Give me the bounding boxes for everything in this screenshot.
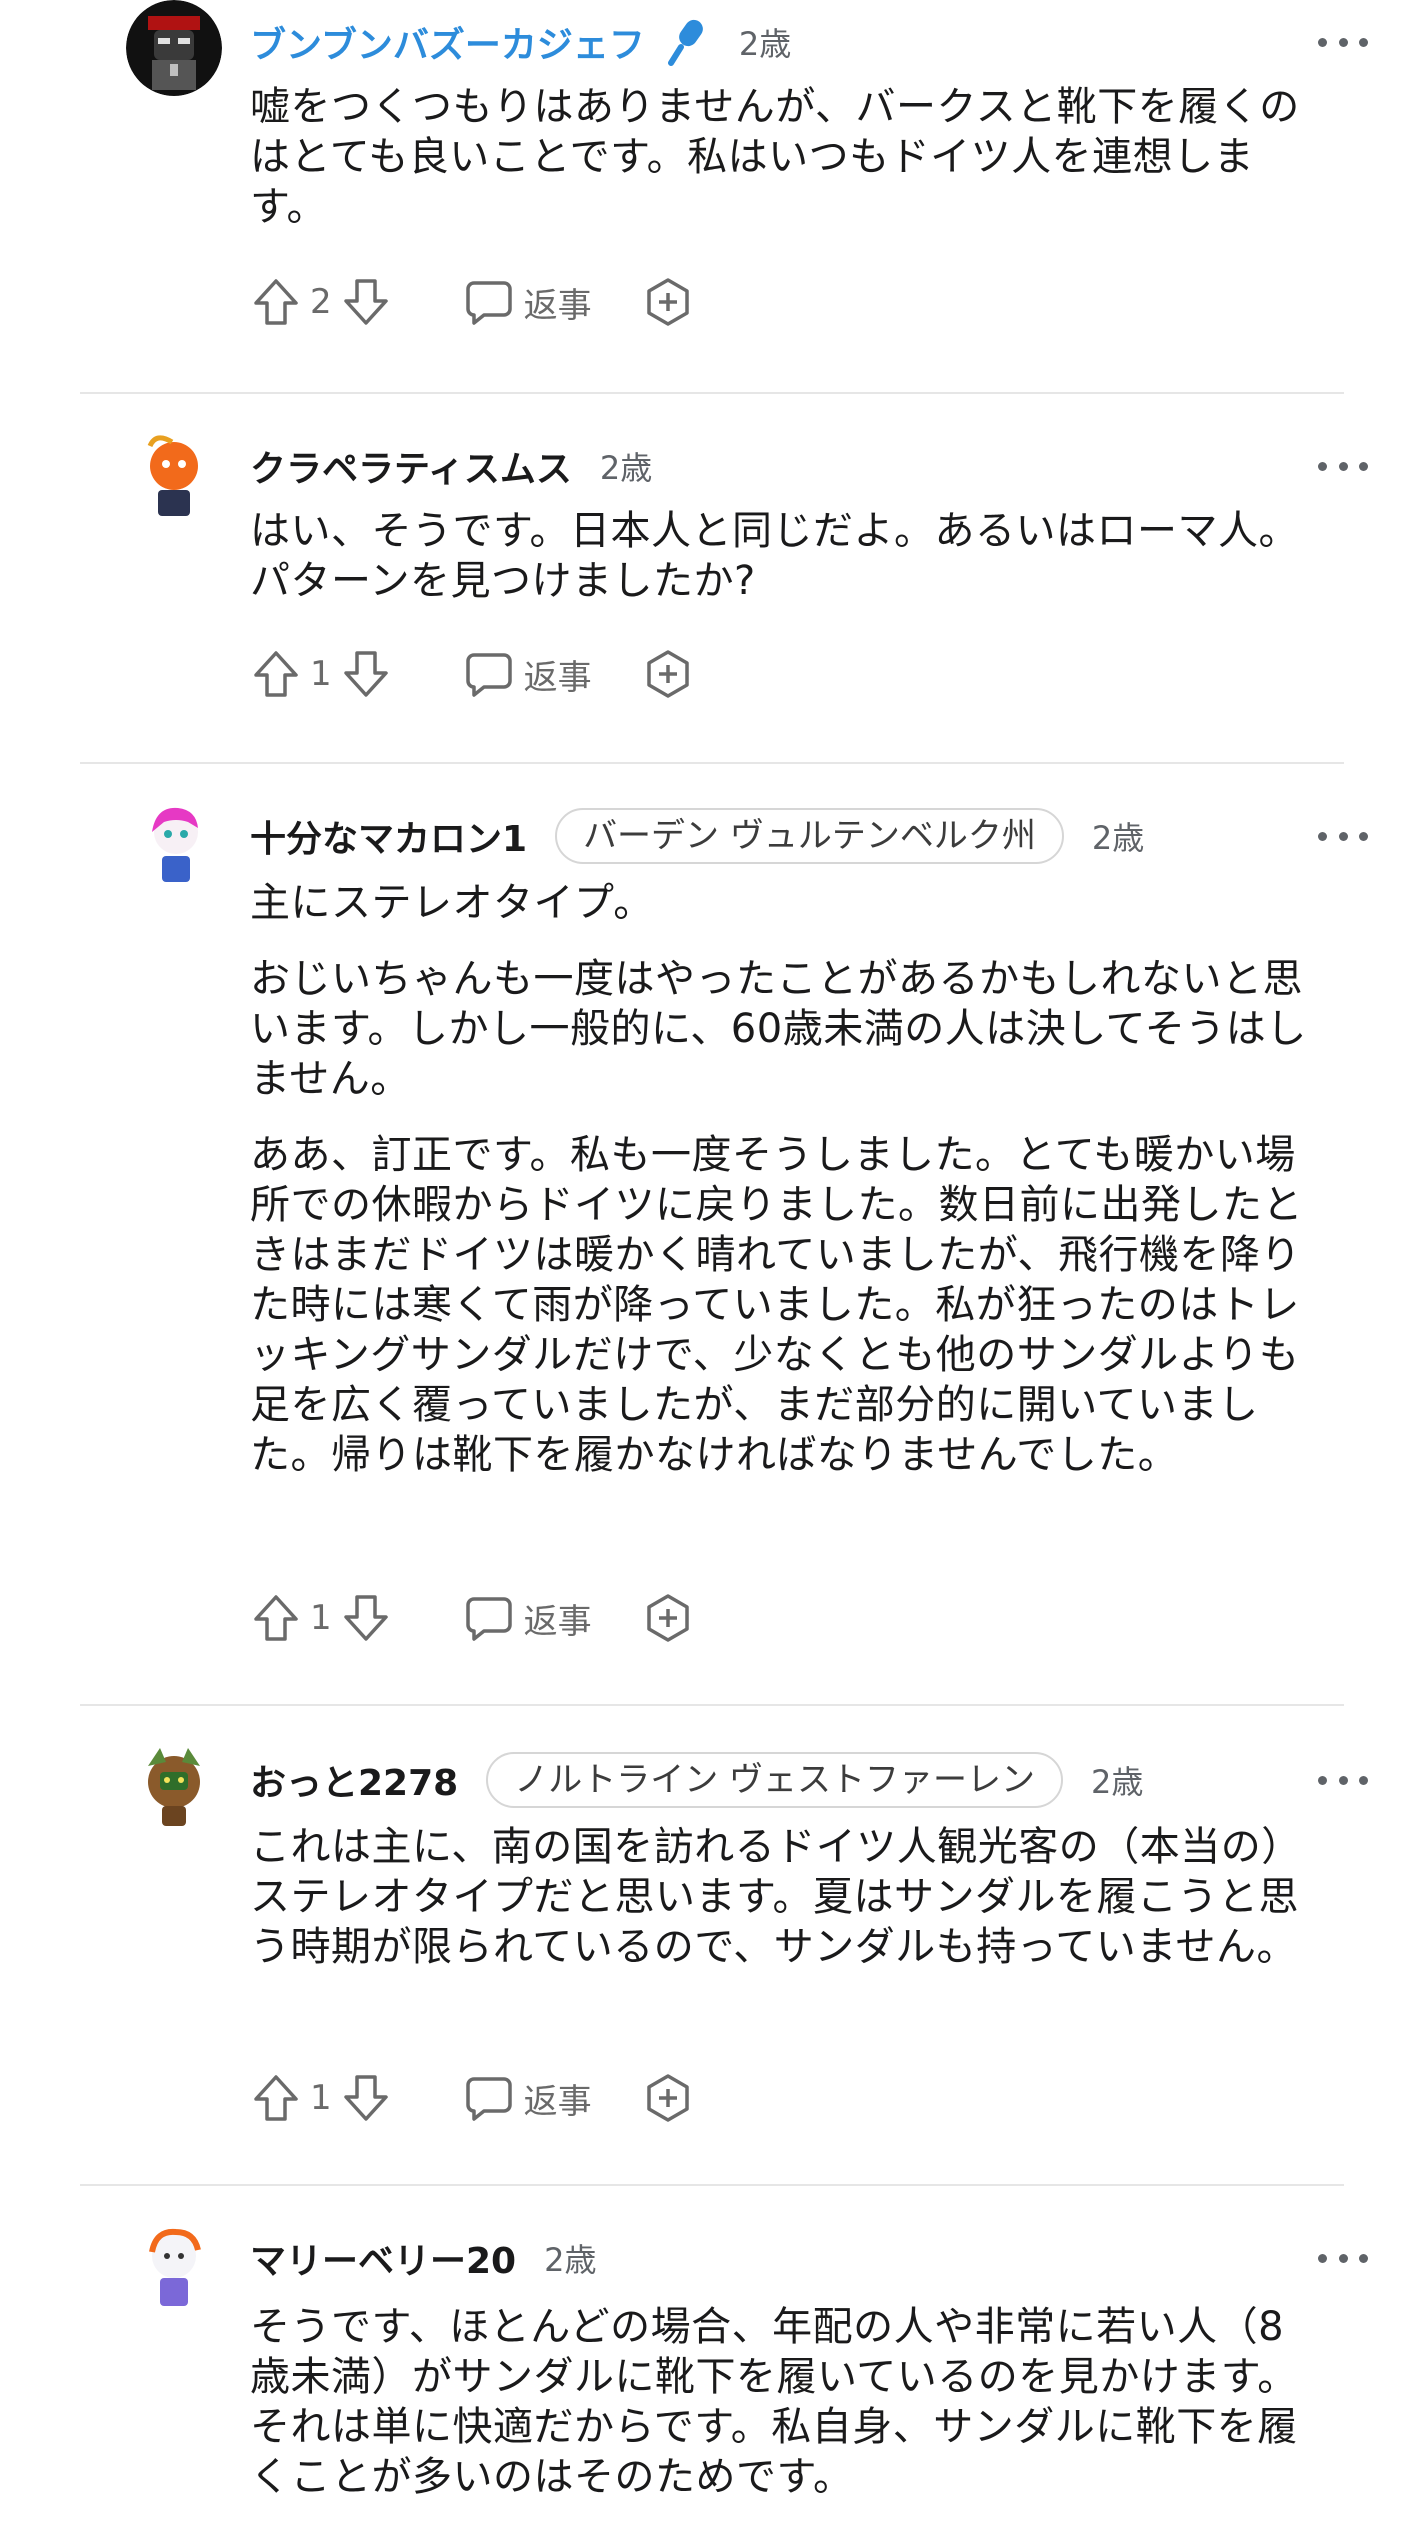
comment-paragraph: これは主に、南の国を訪れるドイツ人観光客の（本当の）ステレオタイプだと思います。… [250,1824,1302,1970]
avatar[interactable] [126,2216,222,2312]
reply-button[interactable]: 返事 [464,649,592,699]
more-options-icon[interactable] [1318,2238,1368,2278]
award-icon[interactable] [642,276,694,328]
reply-icon [465,1597,512,1641]
username[interactable]: クラペラティスムス [250,440,572,492]
reply-label: 返事 [523,285,592,326]
user-flair: バーデン ヴュルテンベルク州 [555,808,1064,864]
upvote-icon[interactable] [250,1592,302,1644]
comment-age: 2歳 [1091,819,1145,857]
username[interactable]: ブンブンバズーカジェフ [250,16,645,68]
upvote-icon[interactable] [250,276,302,328]
avatar[interactable] [126,0,222,96]
more-options-icon[interactable] [1318,22,1368,62]
vote-count: 1 [310,1598,332,1638]
upvote-icon[interactable] [250,648,302,700]
comment-body: 主にステレオタイプ。 おじいちゃんも一度はやったことがあるかもしれないと思います… [250,878,1310,1506]
comment-paragraph: おじいちゃんも一度はやったことがあるかもしれないと思います。しかし一般的に、60… [250,956,1307,1102]
upvote-icon[interactable] [250,2072,302,2124]
reply-icon [465,281,512,325]
divider [80,2184,1344,2186]
downvote-icon[interactable] [340,276,392,328]
comment-actions: 1 返事 [250,2068,694,2128]
comment-body: そうです、ほとんどの場合、年配の人や非常に若い人（8 歳未満）がサンダルに靴下を… [250,2302,1310,2528]
award-icon[interactable] [642,1592,694,1644]
comment-actions: 2 返事 [250,272,694,332]
divider [80,762,1344,764]
comment-age: 2歳 [544,2241,597,2279]
divider [80,392,1344,394]
username[interactable]: おっと2278 [250,1754,458,1806]
user-avatar-icon [126,792,222,888]
microphone-icon [667,17,711,67]
avatar[interactable] [126,424,222,520]
comment-actions: 1 返事 [250,1588,694,1648]
user-avatar-icon [126,1736,222,1832]
reply-label: 返事 [523,2081,592,2122]
reply-button[interactable]: 返事 [464,2073,592,2123]
downvote-icon[interactable] [340,2072,392,2124]
user-avatar-icon [126,0,222,96]
comment-paragraph: 主にステレオタイプ。 [250,880,654,926]
user-avatar-icon [126,424,222,520]
more-options-icon[interactable] [1318,1760,1368,1800]
comment-age: 2歳 [1091,1763,1144,1801]
vote-count: 1 [310,654,332,694]
reply-button[interactable]: 返事 [464,1593,592,1643]
divider [80,1704,1344,1706]
award-icon[interactable] [642,2072,694,2124]
reply-icon [465,653,512,697]
comment-body: 嘘をつくつもりはありませんが、バークスと靴下を履くのはとても良いことです。私はい… [250,82,1310,258]
reply-button[interactable]: 返事 [464,277,592,327]
vote-count: 2 [310,282,332,322]
comment-age: 2歳 [599,449,653,487]
comment-paragraph: ああ、訂正です。私も一度そうしました。とても暖かい場所での休暇からドイツに戻りま… [250,1132,1303,1478]
more-options-icon[interactable] [1318,816,1368,856]
username[interactable]: 十分なマカロン1 [250,810,527,862]
vote-count: 1 [310,2078,332,2118]
downvote-icon[interactable] [340,648,392,700]
avatar[interactable] [126,1736,222,1832]
user-avatar-icon [126,2216,222,2312]
reply-icon [465,2077,512,2121]
comment-paragraph: そうです、ほとんどの場合、年配の人や非常に若い人（8 歳未満）がサンダルに靴下を… [250,2304,1298,2500]
comment-body: はい、そうです。日本人と同じだよ。あるいはローマ人。パターンを見つけましたか? [250,506,1310,632]
award-icon[interactable] [642,648,694,700]
user-flair: ノルトライン ヴェストファーレン [486,1752,1064,1808]
comment-paragraph: 嘘をつくつもりはありませんが、バークスと靴下を履くのはとても良いことです。私はい… [250,84,1300,230]
avatar[interactable] [126,792,222,888]
downvote-icon[interactable] [340,1592,392,1644]
comment-actions: 1 返事 [250,644,694,704]
reply-label: 返事 [523,657,592,698]
comment-age: 2歳 [738,25,792,63]
comment-paragraph: はい、そうです。日本人と同じだよ。あるいはローマ人。パターンを見つけましたか? [250,508,1299,604]
username[interactable]: マリーベリー20 [250,2232,516,2284]
comment-body: これは主に、南の国を訪れるドイツ人観光客の（本当の）ステレオタイプだと思います。… [250,1822,1310,1998]
more-options-icon[interactable] [1318,446,1368,486]
reply-label: 返事 [523,1601,592,1642]
